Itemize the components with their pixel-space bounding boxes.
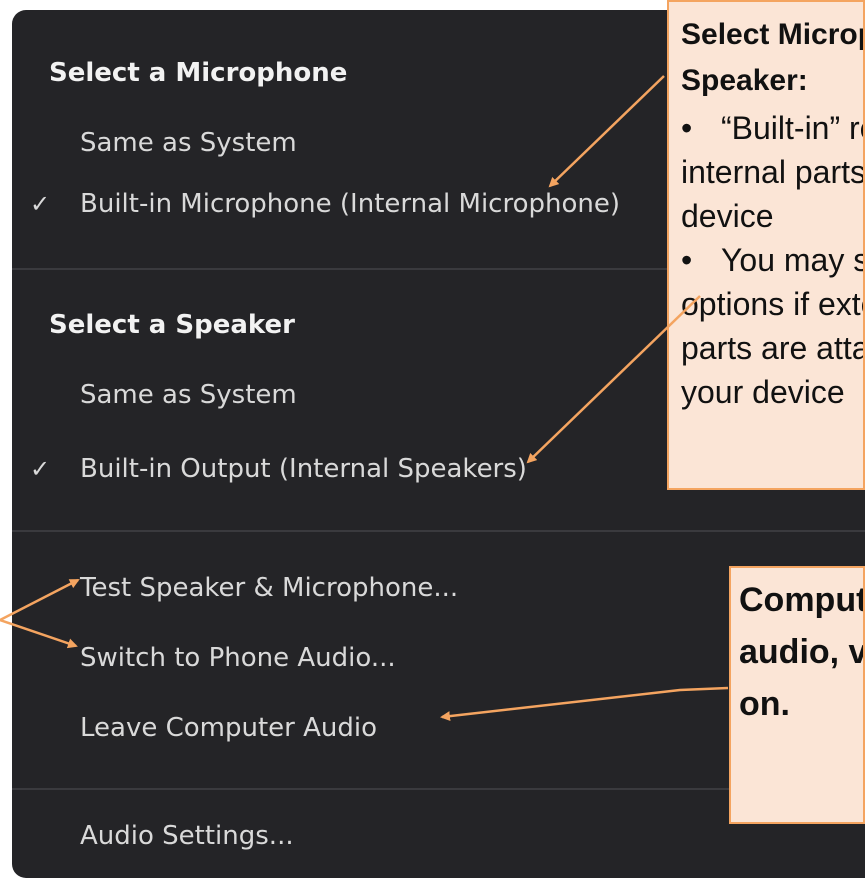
test-speaker-microphone-label: Test Speaker & Microphone... [80,573,459,603]
microphone-option-label: Built-in Microphone (Internal Microphone… [80,189,621,219]
speaker-option-label: Same as System [80,380,297,410]
annotation-bullet-1: •“Built-in” refers to internal parts of … [681,106,863,238]
annotation-text: Computer audio, visuals, on. [739,581,865,723]
switch-to-phone-audio-label: Switch to Phone Audio... [80,643,396,673]
annotation-bullet-2: •You may see other options if external p… [681,238,863,414]
annotation-title: Select Microphone / Speaker: [681,18,863,97]
checkmark-icon: ✓ [30,455,51,483]
bullet-icon: • [681,110,693,146]
speaker-section-header: Select a Speaker [49,310,295,340]
speaker-option-label: Built-in Output (Internal Speakers) [80,454,527,484]
divider [12,530,865,532]
microphone-section-header: Select a Microphone [49,58,348,88]
bullet-icon: • [681,242,693,278]
leave-computer-audio-label: Leave Computer Audio [80,713,378,743]
microphone-option-label: Same as System [80,128,297,158]
annotation-computer-audio-callout: Computer audio, visuals, on. [729,566,865,824]
annotation-select-device-callout: Select Microphone / Speaker: •“Built-in”… [667,0,865,490]
checkmark-icon: ✓ [30,190,51,218]
audio-settings-label: Audio Settings... [80,821,294,851]
